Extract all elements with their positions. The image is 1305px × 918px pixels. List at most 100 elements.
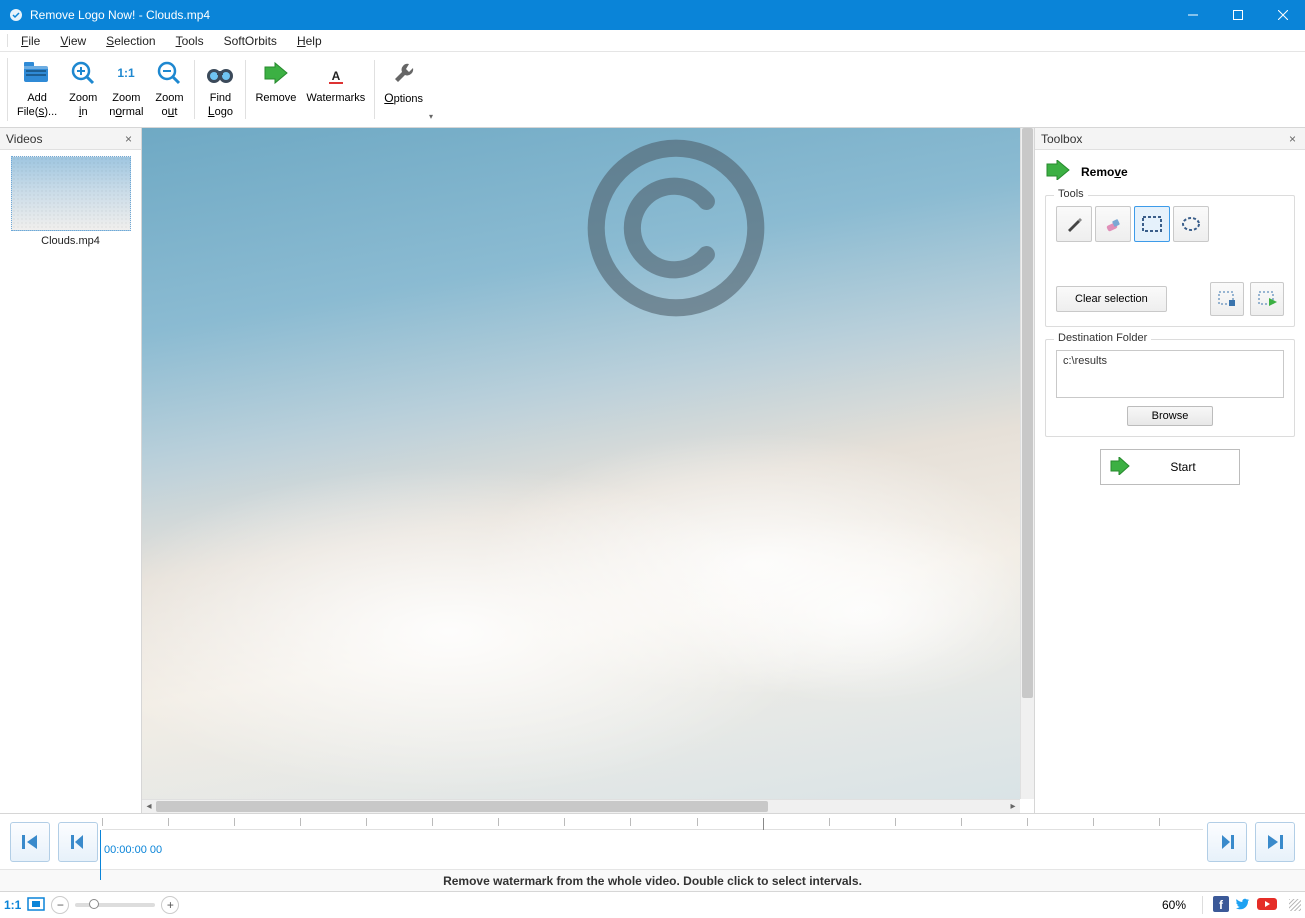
- timeline[interactable]: 00:00:00 00: [102, 814, 1203, 869]
- tool-label: Remove: [255, 92, 296, 105]
- toolbox-panel-header: Toolbox ×: [1035, 128, 1305, 150]
- facebook-icon[interactable]: f: [1213, 896, 1229, 915]
- fit-screen-icon[interactable]: [27, 897, 45, 914]
- add-files-button[interactable]: AddFile(s)...: [13, 54, 61, 125]
- eraser-tool[interactable]: [1095, 206, 1131, 242]
- arrow-remove-icon: [1045, 160, 1073, 183]
- videos-panel-close[interactable]: ×: [122, 132, 135, 146]
- zoom-slider[interactable]: [75, 903, 155, 907]
- step-back-button[interactable]: [58, 822, 98, 862]
- status-separator: [1202, 896, 1203, 914]
- zoom-slider-knob[interactable]: [89, 899, 99, 909]
- video-canvas[interactable]: [142, 128, 1020, 799]
- zoom-in-status[interactable]: +: [161, 896, 179, 914]
- videos-panel-header: Videos ×: [0, 128, 141, 150]
- tool-label: Zoomin: [69, 92, 97, 118]
- toolbox-section-title: Remove: [1045, 160, 1295, 183]
- start-button[interactable]: Start: [1100, 449, 1240, 485]
- step-forward-button[interactable]: [1207, 822, 1247, 862]
- player-bar: 00:00:00 00: [0, 813, 1305, 869]
- zoom-in-button[interactable]: Zoomin: [63, 54, 103, 125]
- menu-help[interactable]: Help: [287, 30, 332, 51]
- find-logo-button[interactable]: FindLogo: [200, 54, 240, 125]
- close-button[interactable]: [1260, 0, 1305, 30]
- toolbar-separator: [374, 60, 375, 119]
- tools-legend: Tools: [1054, 188, 1088, 200]
- title-bar: Remove Logo Now! - Clouds.mp4: [0, 0, 1305, 30]
- tools-fieldset: Tools Clear selection: [1045, 195, 1295, 327]
- menu-tools[interactable]: Tools: [166, 30, 214, 51]
- text-watermark-icon: A: [323, 56, 349, 90]
- vertical-scrollbar[interactable]: [1020, 128, 1034, 799]
- menu-separator: [7, 34, 8, 47]
- twitter-icon[interactable]: [1235, 896, 1251, 915]
- destination-fieldset: Destination Folder c:\results Browse: [1045, 339, 1295, 437]
- scroll-right-arrow[interactable]: ▸: [1006, 801, 1020, 812]
- browse-button[interactable]: Browse: [1127, 406, 1214, 426]
- toolbar-overflow[interactable]: ▾: [429, 54, 439, 125]
- menu-softorbits[interactable]: SoftOrbits: [214, 30, 287, 51]
- watermarks-button[interactable]: A Watermarks: [302, 54, 369, 125]
- destination-path[interactable]: c:\results: [1056, 350, 1284, 398]
- main-view: ◂ ▸: [142, 128, 1034, 813]
- minimize-button[interactable]: [1170, 0, 1215, 30]
- skip-back-button[interactable]: [10, 822, 50, 862]
- timecode: 00:00:00 00: [102, 844, 162, 856]
- scrollbar-track[interactable]: [156, 800, 1006, 813]
- rectangle-select-tool[interactable]: [1134, 206, 1170, 242]
- toolbar-separator: [245, 60, 246, 119]
- arrow-start-icon: [1109, 457, 1131, 478]
- skip-forward-button[interactable]: [1255, 822, 1295, 862]
- toolbar-separator: [7, 58, 8, 121]
- marker-tool[interactable]: [1056, 206, 1092, 242]
- options-button[interactable]: Options: [380, 54, 427, 125]
- tool-label: Options: [384, 92, 423, 106]
- arrow-remove-icon: [261, 56, 291, 90]
- menu-view[interactable]: View: [50, 30, 96, 51]
- videos-list: Clouds.mp4: [0, 150, 141, 253]
- zoom-out-icon: [156, 56, 182, 90]
- freeform-select-tool[interactable]: [1173, 206, 1209, 242]
- svg-text:1:1: 1:1: [118, 66, 136, 80]
- zoom-out-button[interactable]: Zoomout: [149, 54, 189, 125]
- video-thumbnail[interactable]: [11, 156, 131, 231]
- tool-label: Zoomnormal: [109, 92, 143, 118]
- wrench-icon: [391, 56, 417, 90]
- selection-aux1-button[interactable]: [1210, 282, 1244, 316]
- folder-video-icon: [22, 56, 52, 90]
- toolbox-panel-close[interactable]: ×: [1286, 132, 1299, 146]
- start-button-label: Start: [1151, 460, 1239, 474]
- zoom-out-status[interactable]: −: [51, 896, 69, 914]
- videos-panel-title: Videos: [6, 132, 42, 146]
- scrollbar-thumb[interactable]: [1022, 128, 1033, 698]
- timeline-ticks: [102, 818, 1203, 830]
- selection-aux2-button[interactable]: [1250, 282, 1284, 316]
- video-thumbnail-label: Clouds.mp4: [41, 235, 100, 247]
- zoom-normal-icon: 1:1: [112, 56, 140, 90]
- menu-bar: File View Selection Tools SoftOrbits Hel…: [0, 30, 1305, 52]
- toolbar: AddFile(s)... Zoomin 1:1 Zoomnormal Zoom…: [0, 52, 1305, 128]
- clear-selection-button[interactable]: Clear selection: [1056, 286, 1167, 312]
- menu-selection[interactable]: Selection: [96, 30, 165, 51]
- svg-text:A: A: [332, 69, 341, 83]
- toolbox-panel-title: Toolbox: [1041, 132, 1082, 146]
- workspace: Videos × Clouds.mp4 ◂ ▸ Too: [0, 128, 1305, 813]
- menu-file[interactable]: File: [11, 30, 50, 51]
- destination-legend: Destination Folder: [1054, 332, 1151, 344]
- horizontal-scrollbar[interactable]: ◂ ▸: [142, 799, 1020, 813]
- binoculars-icon: [205, 56, 235, 90]
- zoom-normal-button[interactable]: 1:1 Zoomnormal: [105, 54, 147, 125]
- scrollbar-thumb[interactable]: [156, 801, 768, 812]
- youtube-icon[interactable]: [1257, 896, 1277, 915]
- remove-button[interactable]: Remove: [251, 54, 300, 125]
- toolbox-panel: Toolbox × Remove Tools Clear selection: [1034, 128, 1305, 813]
- toolbox-section-label: Remove: [1081, 165, 1128, 179]
- toolbar-separator: [194, 60, 195, 119]
- zoom-ratio[interactable]: 1:1: [4, 898, 21, 912]
- maximize-button[interactable]: [1215, 0, 1260, 30]
- scroll-left-arrow[interactable]: ◂: [142, 801, 156, 812]
- status-bar: 1:1 − + 60% f: [0, 891, 1305, 918]
- resize-grip[interactable]: [1289, 899, 1301, 911]
- social-links: f: [1213, 896, 1281, 915]
- zoom-in-icon: [70, 56, 96, 90]
